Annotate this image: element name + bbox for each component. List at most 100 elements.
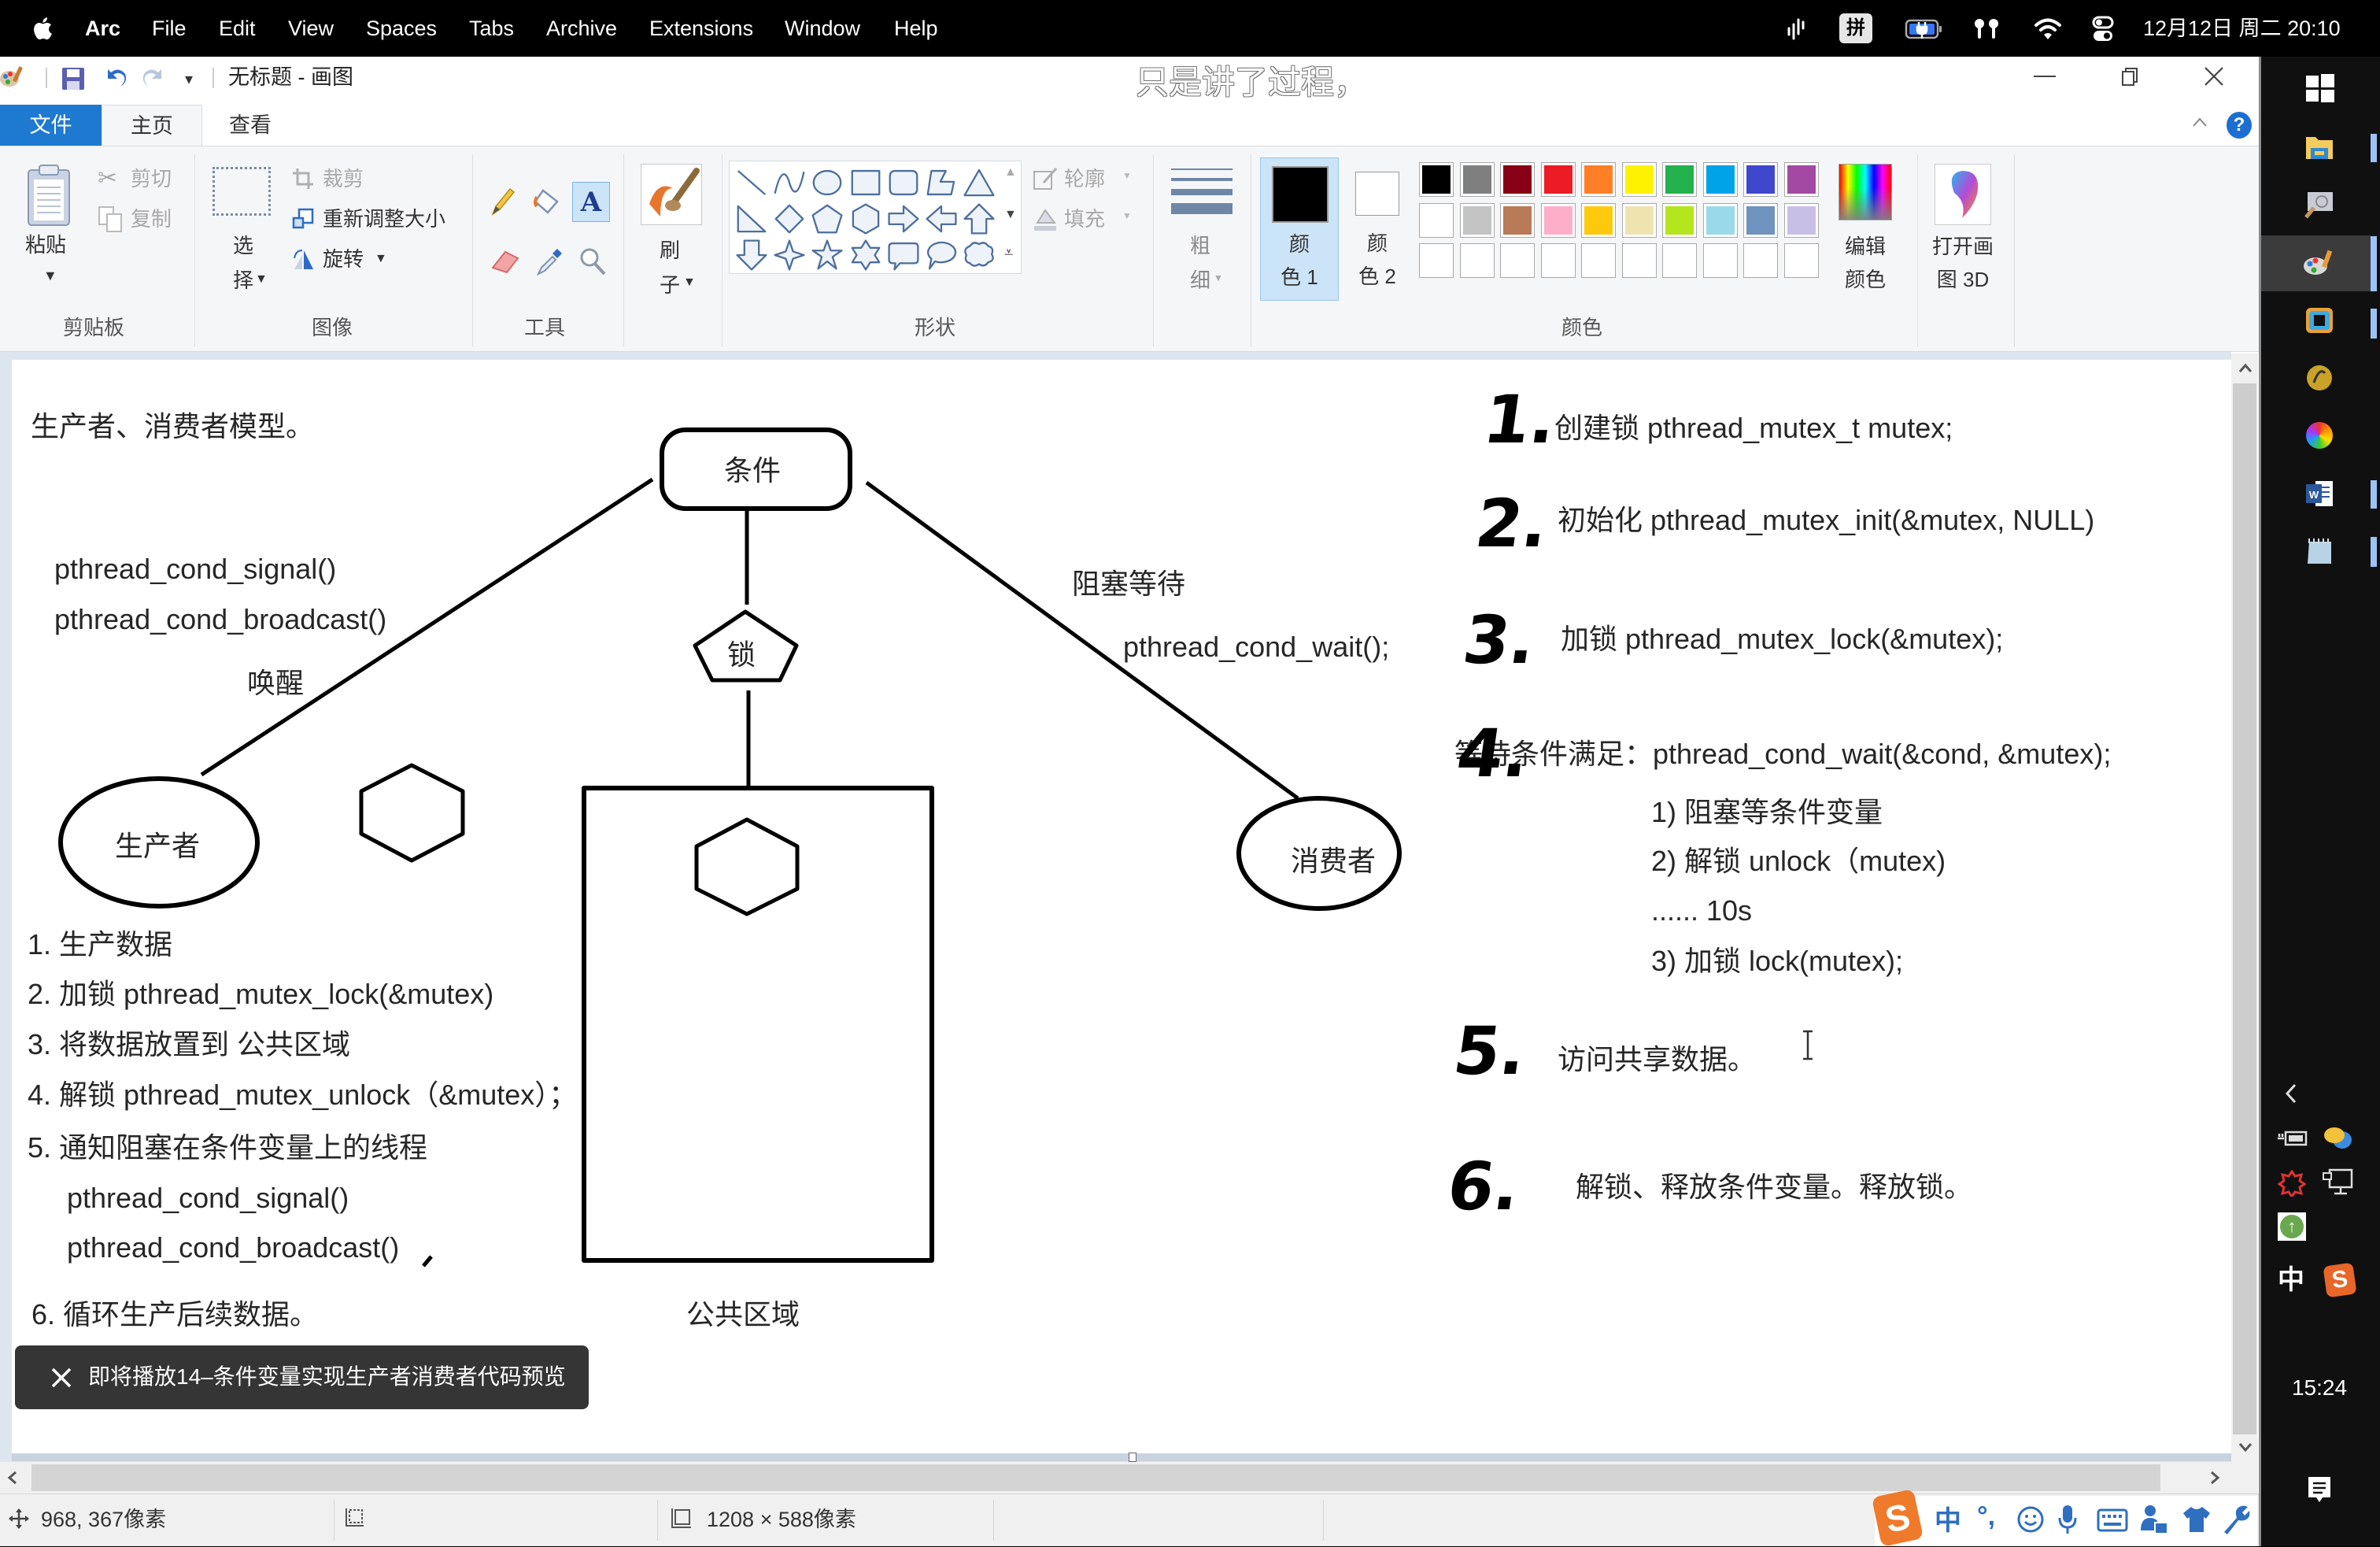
shape-oval[interactable] [809, 165, 845, 200]
magnifier-tool[interactable] [578, 246, 608, 281]
save-icon[interactable] [61, 66, 86, 95]
scroll-up-arrow[interactable] [2238, 362, 2253, 379]
custom-color-slot[interactable] [1784, 243, 1819, 278]
undo-icon[interactable] [103, 66, 128, 95]
shape-diamond[interactable] [771, 202, 808, 236]
shape-left-arrow[interactable] [923, 202, 959, 236]
palette-color-swatch[interactable] [1541, 203, 1576, 238]
menu-app-arc[interactable]: Arc [85, 0, 120, 57]
menu-help[interactable]: Help [894, 0, 938, 57]
custom-color-slot[interactable] [1662, 243, 1697, 278]
palette-color-swatch[interactable] [1581, 203, 1616, 238]
custom-color-slot[interactable] [1743, 243, 1778, 278]
custom-color-slot[interactable] [1581, 243, 1616, 278]
open-paint3d-button[interactable]: 打开画 图 3D [1927, 161, 1999, 302]
resize-button[interactable]: 重新调整大小 [290, 202, 463, 235]
media-player-icon[interactable] [2304, 364, 2334, 396]
file-explorer-icon[interactable] [2304, 134, 2334, 165]
custom-color-slot[interactable] [1419, 243, 1454, 278]
palette-color-swatch[interactable] [1500, 162, 1535, 197]
restore-button[interactable] [2120, 66, 2139, 91]
menu-view[interactable]: View [288, 0, 334, 57]
crop-button[interactable]: 裁剪 [290, 162, 384, 195]
chat-tray-icon[interactable] [2322, 1124, 2353, 1157]
ime-mode-toggle[interactable]: 中 [1935, 1504, 1961, 1538]
airpods-icon[interactable] [1972, 17, 2001, 46]
shape-cloud-callout[interactable] [961, 238, 997, 272]
rotate-button[interactable]: 旋转 ▼ [290, 242, 392, 276]
shape-right-arrow[interactable] [885, 202, 922, 236]
palette-color-swatch[interactable] [1703, 203, 1738, 238]
taskbar-clock[interactable]: 15:24 [2259, 1372, 2380, 1404]
shapes-expand[interactable]: ⩡ [1004, 244, 1013, 262]
notification-center-icon[interactable] [2307, 1475, 2332, 1509]
palette-color-swatch[interactable] [1419, 162, 1454, 197]
cut-button[interactable]: ✂ 剪切 [94, 162, 181, 195]
shape-curve[interactable] [771, 165, 808, 200]
color-wheel-icon[interactable] [2306, 422, 2333, 449]
shape-down-arrow[interactable] [734, 238, 770, 272]
minimize-button[interactable] [2034, 76, 2056, 77]
shape-five-point-star[interactable] [809, 238, 845, 272]
menu-archive[interactable]: Archive [546, 0, 617, 57]
palette-color-swatch[interactable] [1581, 162, 1616, 197]
palette-color-swatch[interactable] [1662, 162, 1697, 197]
shape-six-point-star[interactable] [848, 238, 884, 272]
paint-taskbar-icon[interactable] [2303, 249, 2334, 281]
apple-menu-icon[interactable] [31, 16, 53, 45]
shape-rounded-rectangular-callout[interactable] [885, 238, 922, 272]
windows-start-icon[interactable] [2306, 74, 2334, 106]
audio-waveform-icon[interactable] [1785, 17, 1809, 45]
scroll-left-arrow[interactable] [6, 1470, 19, 1490]
palette-color-swatch[interactable] [1419, 203, 1454, 238]
vertical-scroll-thumb[interactable] [2233, 383, 2256, 1434]
tab-view[interactable]: 查看 [206, 105, 294, 146]
tab-home[interactable]: 主页 [102, 105, 202, 147]
select-button[interactable]: 选 择 ▼ [209, 161, 275, 302]
edit-colors-button[interactable]: 编辑 颜色 [1834, 161, 1897, 302]
shape-polygon[interactable] [923, 165, 959, 200]
text-tool[interactable]: A [572, 182, 610, 222]
update-tray-icon[interactable]: ↑ [2278, 1212, 2306, 1241]
battery-charging-icon[interactable] [1905, 19, 1944, 43]
palette-color-swatch[interactable] [1622, 203, 1657, 238]
eraser-tool[interactable] [490, 247, 521, 279]
size-button[interactable]: 粗 细 ▼ [1166, 161, 1237, 302]
palette-color-swatch[interactable] [1662, 203, 1697, 238]
menu-window[interactable]: Window [785, 0, 860, 57]
palette-color-swatch[interactable] [1743, 162, 1778, 197]
shape-rectangle[interactable] [848, 165, 884, 200]
shape-rounded-rectangle[interactable] [885, 165, 922, 200]
help-icon[interactable]: ? [2227, 112, 2252, 139]
shapes-scroll-up[interactable]: ▲ [1004, 165, 1017, 179]
palette-color-swatch[interactable] [1541, 162, 1576, 197]
menu-file[interactable]: File [152, 0, 187, 57]
horizontal-scroll-thumb[interactable] [31, 1464, 2160, 1491]
paint-app-icon[interactable] [0, 65, 24, 94]
notepad-icon[interactable] [2304, 537, 2334, 569]
voice-input-icon[interactable] [2057, 1504, 2078, 1539]
scroll-right-arrow[interactable] [2208, 1470, 2221, 1490]
show-hidden-icons-chevron[interactable] [2282, 1082, 2300, 1109]
color-picker-tool[interactable] [535, 246, 564, 281]
palette-color-swatch[interactable] [1460, 162, 1495, 197]
color2-button[interactable]: 颜 色 2 [1342, 157, 1413, 301]
pencil-tool[interactable] [488, 186, 516, 221]
customize-quick-access-dropdown[interactable]: ▾ [185, 69, 193, 89]
brushes-button[interactable]: 刷 子 ▼ [636, 161, 708, 302]
tab-file[interactable]: 文件 [0, 105, 102, 146]
palette-color-swatch[interactable] [1500, 203, 1535, 238]
custom-color-slot[interactable] [1500, 243, 1535, 278]
custom-color-slot[interactable] [1622, 243, 1657, 278]
control-center-icon[interactable] [2092, 16, 2114, 46]
palette-color-swatch[interactable] [1784, 203, 1819, 238]
user-center-icon[interactable] [2138, 1504, 2169, 1539]
shape-hexagon[interactable] [848, 202, 884, 236]
virtual-machine-icon[interactable] [2304, 306, 2334, 339]
fill-tool[interactable] [532, 186, 564, 221]
skin-icon[interactable] [2182, 1505, 2212, 1538]
emoji-icon[interactable] [2016, 1505, 2045, 1538]
shape-oval-callout[interactable] [923, 238, 959, 272]
palette-color-swatch[interactable] [1743, 203, 1778, 238]
shape-pentagon[interactable] [809, 202, 845, 236]
